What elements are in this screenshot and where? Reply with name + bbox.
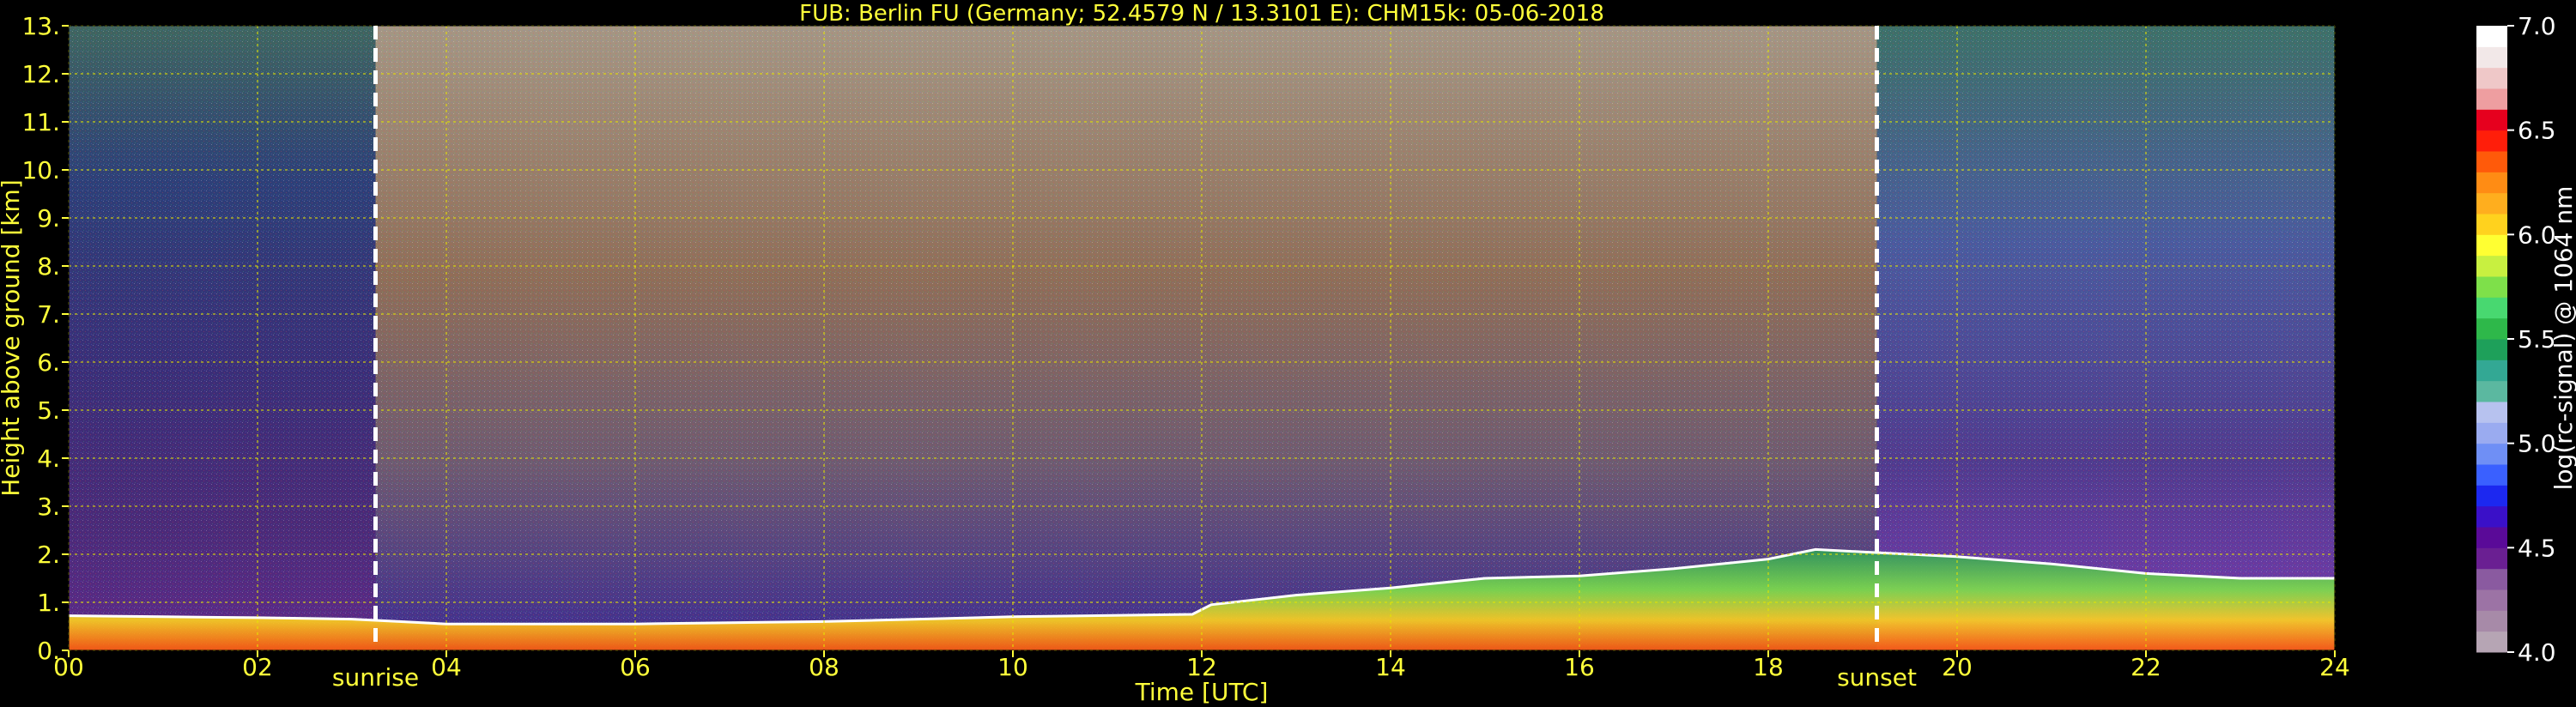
y-tick-label: 6. xyxy=(37,348,60,377)
colorbar-label: log(rc-signal) @ 1064 nm xyxy=(2549,186,2576,491)
x-tick-label: 22 xyxy=(2131,653,2161,681)
y-axis-label: Height above ground [km] xyxy=(0,179,25,497)
colorbar-segment xyxy=(2476,151,2507,172)
colorbar-segment xyxy=(2476,610,2507,632)
x-tick-label: 04 xyxy=(431,653,462,681)
x-tick-label: 02 xyxy=(242,653,273,681)
colorbar-tick-label: 4.0 xyxy=(2518,638,2556,667)
colorbar-segment xyxy=(2476,88,2507,110)
colorbar-segment xyxy=(2476,109,2507,131)
colorbar-segment xyxy=(2476,26,2507,47)
colorbar-segment xyxy=(2476,402,2507,423)
colorbar-segment xyxy=(2476,130,2507,152)
y-tick-label: 13. xyxy=(21,12,60,40)
ceilometer-chart: sunrise sunset 00 02 04 06 08 10 12 14 16 18 20 22 24… xyxy=(0,0,2576,707)
y-tick-label: 4. xyxy=(37,444,60,473)
colorbar-segment xyxy=(2476,505,2507,528)
sunrise-label: sunrise xyxy=(332,663,419,692)
y-tick-label: 7. xyxy=(37,300,60,329)
x-tick-label: 20 xyxy=(1942,653,1973,681)
y-tick-label: 2. xyxy=(37,541,60,569)
y-tick-label: 12. xyxy=(21,60,60,88)
colorbar-segment xyxy=(2476,276,2507,298)
colorbar-segment xyxy=(2476,67,2507,89)
x-tick-label: 24 xyxy=(2319,653,2350,681)
x-tick-label: 16 xyxy=(1564,653,1595,681)
colorbar-segment xyxy=(2476,255,2507,277)
x-axis-label: Time [UTC] xyxy=(1135,678,1269,706)
x-tick-label: 06 xyxy=(620,653,651,681)
colorbar-segment xyxy=(2476,297,2507,319)
colorbar-segment xyxy=(2476,380,2507,402)
chart-title: FUB: Berlin FU (Germany; 52.4579 N / 13.… xyxy=(799,1,1604,27)
colorbar-segment xyxy=(2476,317,2507,340)
x-tick-label: 14 xyxy=(1375,653,1406,681)
sunset-label: sunset xyxy=(1837,663,1917,692)
colorbar-tick-label: 4.5 xyxy=(2518,534,2556,562)
x-tick-label: 18 xyxy=(1753,653,1784,681)
colorbar-segment xyxy=(2476,360,2507,382)
colorbar-segment xyxy=(2476,46,2507,69)
colorbar-segment xyxy=(2476,443,2507,465)
y-tick-label: 10. xyxy=(21,156,60,184)
colorbar-segment xyxy=(2476,214,2507,235)
colorbar-segment xyxy=(2476,172,2507,194)
colorbar-tick-label: 6.5 xyxy=(2518,117,2556,145)
x-tick-label: 10 xyxy=(997,653,1028,681)
colorbar-segment xyxy=(2476,234,2507,257)
y-tick-label: 9. xyxy=(37,204,60,233)
colorbar-segment xyxy=(2476,568,2507,590)
colorbar-segment xyxy=(2476,339,2507,360)
y-tick-label: 0. xyxy=(37,637,60,665)
colorbar-segment xyxy=(2476,527,2507,548)
colorbar-segment xyxy=(2476,422,2507,444)
y-tick-label: 1. xyxy=(37,589,60,617)
y-tick-label: 3. xyxy=(37,492,60,521)
y-tick-label: 11. xyxy=(21,108,60,136)
y-tick-label: 5. xyxy=(37,396,60,425)
colorbar-tick-label: 7.0 xyxy=(2518,12,2556,40)
x-tick-label: 08 xyxy=(809,653,839,681)
y-tick-label: 8. xyxy=(37,252,60,281)
colorbar-segment xyxy=(2476,631,2507,653)
colorbar-segment xyxy=(2476,547,2507,570)
colorbar-segment xyxy=(2476,589,2507,611)
colorbar-segment xyxy=(2476,464,2507,486)
colorbar-segment xyxy=(2476,485,2507,507)
colorbar-segment xyxy=(2476,192,2507,215)
